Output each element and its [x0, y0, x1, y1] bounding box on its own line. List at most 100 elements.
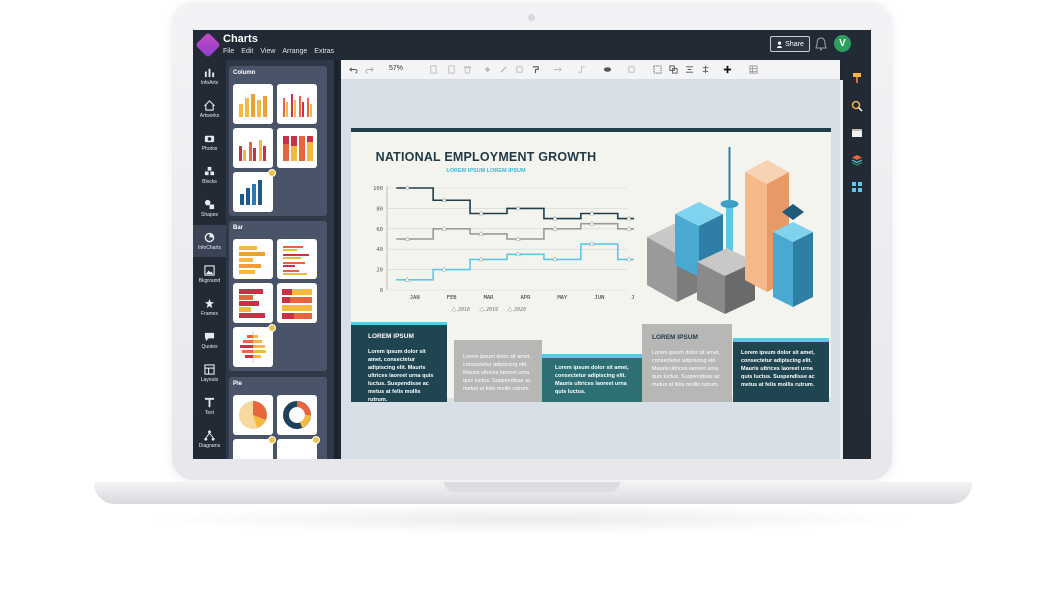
group-title: Bar [233, 225, 244, 231]
format-brush-icon[interactable] [851, 72, 863, 84]
premium-crown-icon [312, 436, 320, 444]
info-block-1[interactable]: LOREM IPSUM Lorem ipsum dolor sit amet, … [351, 322, 447, 403]
bar-chart-icon [239, 246, 265, 274]
bell-icon[interactable] [815, 37, 827, 51]
editor-toolbar: 57% [341, 60, 840, 80]
style-icon[interactable] [627, 65, 636, 74]
template-thumb-bar-1[interactable] [233, 239, 273, 279]
laptop-notch [444, 482, 620, 492]
page-icon[interactable] [851, 127, 863, 139]
avatar[interactable]: V [834, 35, 851, 52]
premium-crown-icon [268, 169, 276, 177]
template-thumb-pie-2[interactable] [277, 395, 317, 435]
delete-icon[interactable] [463, 65, 472, 74]
camera-icon [204, 135, 215, 142]
menu-arrange[interactable]: Arrange [282, 48, 307, 55]
x-tick-label: APR [520, 295, 531, 301]
rail-item-blocks[interactable]: Blocks [193, 159, 226, 191]
infographic-page[interactable]: NATIONAL EMPLOYMENT GROWTH LOREM IPSUM L… [351, 128, 831, 403]
info-block-5[interactable]: Lorem ipsum dolor sit amet, consectetur … [733, 338, 829, 402]
rail-label: Quotes [201, 343, 218, 350]
template-thumb-column-2[interactable] [277, 84, 317, 124]
infographic-subtitle[interactable]: LOREM IPSUM LOREM IPSUM [351, 168, 621, 174]
rail-item-shapes[interactable]: Shapes [193, 192, 226, 224]
template-thumb-column-5[interactable] [233, 169, 276, 212]
rail-item-frames[interactable]: Frames [193, 291, 226, 323]
connection-icon[interactable] [553, 65, 562, 74]
rail-item-text[interactable]: Text [193, 390, 226, 422]
y-tick-label: 0 [380, 288, 383, 294]
rail-label: Diagrams [198, 442, 221, 449]
distribute-icon[interactable] [701, 65, 710, 74]
legend-label: 2019 [486, 307, 498, 313]
rail-item-diagrams[interactable]: Diagrams [193, 423, 226, 455]
insert-plus-icon[interactable] [723, 65, 732, 74]
quote-icon [204, 332, 215, 341]
group-title: Pie [233, 381, 243, 387]
template-thumb-pie-3[interactable] [233, 436, 276, 459]
user-icon [776, 40, 783, 48]
shadow-icon[interactable] [515, 65, 524, 74]
template-thumb-bar-4[interactable] [277, 283, 317, 323]
info-block-4[interactable]: LOREM IPSUM Lorem ipsum dolor sit amet, … [642, 324, 732, 402]
rail-item-layouts[interactable]: Layouts [193, 357, 226, 389]
grouped-bar-icon [283, 246, 309, 275]
panel-resize-handle[interactable] [334, 60, 338, 459]
info-block-text: Lorem ipsum dolor sit amet, consectetur … [463, 354, 531, 392]
series-line-2019 [396, 222, 634, 240]
eye-icon[interactable] [603, 65, 612, 74]
search-icon[interactable] [851, 100, 863, 112]
info-block-2[interactable]: Lorem ipsum dolor sit amet, consectetur … [454, 340, 542, 402]
template-thumb-bar-3[interactable] [233, 283, 273, 323]
align-icon[interactable] [685, 65, 694, 74]
share-button[interactable]: Share [770, 36, 810, 52]
duplicate-icon[interactable] [447, 65, 456, 74]
redo-icon[interactable] [365, 65, 374, 74]
menu-extras[interactable]: Extras [314, 48, 334, 55]
template-thumb-column-1[interactable] [233, 84, 273, 124]
y-tick-label: 60 [376, 227, 383, 233]
template-thumb-column-3[interactable] [233, 128, 273, 168]
template-thumb-bar-5[interactable] [233, 324, 276, 367]
template-thumb-pie-4[interactable] [277, 436, 320, 459]
template-thumb-pie-1[interactable] [233, 395, 273, 435]
rail-label: InfoArts [200, 79, 219, 86]
table-icon[interactable] [749, 65, 758, 74]
menu-view[interactable]: View [260, 48, 275, 55]
rail-item-photos[interactable]: Photos [193, 126, 226, 158]
camera-icon [528, 14, 535, 21]
app-logo-icon[interactable] [195, 32, 221, 58]
waypoints-icon[interactable] [577, 65, 586, 74]
info-block-3[interactable]: Lorem ipsum dolor sit amet, consectetur … [542, 354, 642, 402]
rail-item-bkground[interactable]: Bkground [193, 258, 226, 290]
rail-label: Photos [201, 145, 218, 152]
rail-label: InfoCharts [197, 244, 222, 251]
pyramid-chart-icon [240, 331, 266, 363]
editor-canvas[interactable]: NATIONAL EMPLOYMENT GROWTH LOREM IPSUM L… [341, 80, 840, 459]
rail-item-artworks[interactable]: Artworks [193, 93, 226, 125]
template-thumb-bar-2[interactable] [277, 239, 317, 279]
infocharts-icon [204, 232, 215, 242]
format-painter-icon[interactable] [531, 65, 540, 74]
menu-edit[interactable]: Edit [241, 48, 253, 55]
rail-label: Text [204, 409, 215, 416]
grid-view-icon[interactable] [851, 181, 863, 193]
layers-icon[interactable] [851, 154, 863, 166]
undo-icon[interactable] [349, 65, 358, 74]
infographic-title[interactable]: NATIONAL EMPLOYMENT GROWTH [351, 150, 621, 164]
fill-icon[interactable] [483, 65, 492, 74]
zoom-level[interactable]: 57% [389, 65, 403, 72]
pie-chart-icon [239, 401, 267, 429]
rail-item-infocharts[interactable]: InfoCharts [193, 225, 226, 257]
line-color-icon[interactable] [499, 65, 508, 74]
legend-marker [507, 306, 513, 312]
rail-item-quotes[interactable]: Quotes [193, 324, 226, 356]
template-thumb-column-4[interactable] [277, 128, 317, 168]
rail-item-infoarts[interactable]: InfoArts [193, 60, 226, 92]
menu-file[interactable]: File [223, 48, 234, 55]
copy-icon[interactable] [429, 65, 438, 74]
employment-line-chart[interactable]: 0 20 40 60 80 100 JAN FEB MAR APR MAY JUN JUL 2018 201… [359, 180, 634, 316]
group-icon[interactable] [653, 65, 662, 74]
laptop-shadow [140, 504, 920, 534]
ungroup-icon[interactable] [669, 65, 678, 74]
